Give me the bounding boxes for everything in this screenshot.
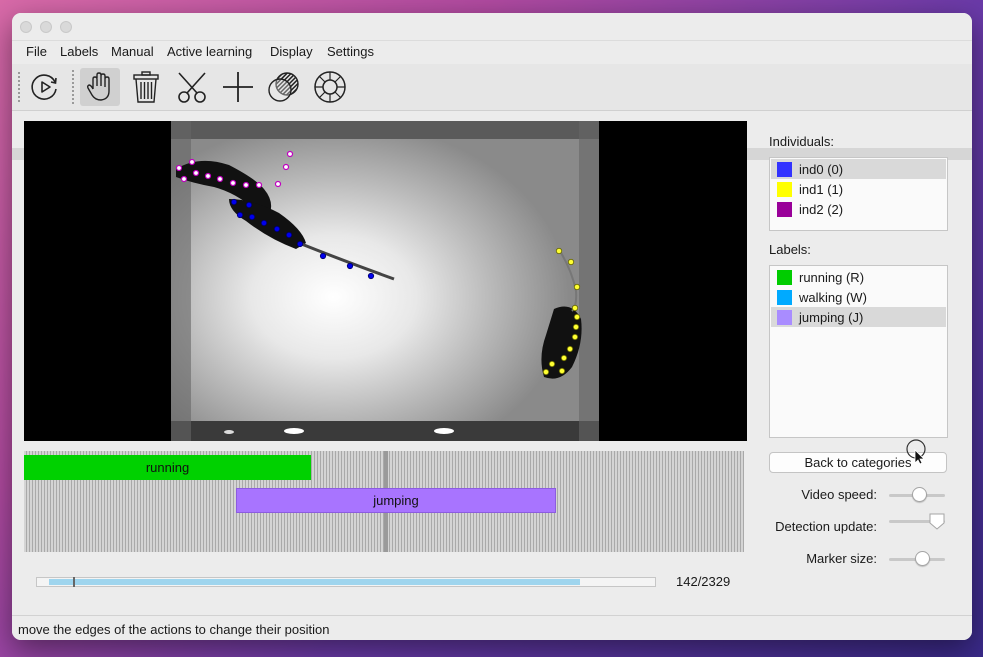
plus-icon xyxy=(223,72,253,102)
list-item-label: ind2 (2) xyxy=(799,201,844,217)
list-item-ind1[interactable]: ind1 (1) xyxy=(771,179,946,199)
delete-button[interactable] xyxy=(126,68,166,106)
color-swatch xyxy=(777,309,792,325)
list-item-ind0[interactable]: ind0 (0) xyxy=(771,159,946,179)
cut-button[interactable] xyxy=(172,68,212,106)
scissors-icon xyxy=(178,72,206,103)
play-circle-icon xyxy=(31,74,57,100)
menu-labels[interactable]: Labels xyxy=(60,44,98,59)
menu-manual[interactable]: Manual xyxy=(111,44,154,59)
color-swatch xyxy=(777,161,792,177)
menu-settings[interactable]: Settings xyxy=(327,44,374,59)
close-window-button[interactable] xyxy=(20,21,32,33)
detection-update-slider[interactable] xyxy=(929,513,945,530)
action-segment-label: running xyxy=(145,460,190,475)
app-window: File Labels Manual Active learning Displ… xyxy=(12,13,972,640)
detection-update-label: Detection update: xyxy=(775,519,877,534)
play-button[interactable] xyxy=(25,68,65,106)
list-item-label: running (R) xyxy=(799,269,865,285)
list-item-walking[interactable]: walking (W) xyxy=(771,287,946,307)
menu-bar: File Labels Manual Active learning Displ… xyxy=(12,40,972,64)
labels-list: running (R) walking (W) jumping (J) xyxy=(769,265,948,438)
status-message: move the edges of the actions to change … xyxy=(18,622,330,637)
action-segment-running[interactable]: running xyxy=(24,455,311,480)
labels-title: Labels: xyxy=(769,242,811,257)
marker-size-label: Marker size: xyxy=(806,551,877,566)
frame-progress-bar[interactable] xyxy=(36,577,656,587)
progress-marker[interactable] xyxy=(73,577,75,587)
status-bar: move the edges of the actions to change … xyxy=(12,615,972,640)
video-speed-slider[interactable] xyxy=(912,487,927,502)
overlap-circles-icon xyxy=(268,72,299,102)
video-frame[interactable] xyxy=(24,121,747,441)
menu-file[interactable]: File xyxy=(26,44,47,59)
individuals-list: ind0 (0) ind1 (1) ind2 (2) xyxy=(769,157,948,231)
list-item-running[interactable]: running (R) xyxy=(771,267,946,287)
list-item-label: walking (W) xyxy=(799,289,867,305)
hand-tool-button[interactable] xyxy=(80,68,120,106)
color-swatch xyxy=(777,201,792,217)
zoom-window-button[interactable] xyxy=(60,21,72,33)
action-segment-jumping[interactable]: jumping xyxy=(236,488,556,513)
lifebuoy-icon xyxy=(314,71,346,103)
action-segment-label: jumping xyxy=(373,493,419,508)
color-swatch xyxy=(777,269,792,285)
merge-button[interactable] xyxy=(264,68,304,106)
list-item-label: ind1 (1) xyxy=(799,181,844,197)
list-item-jumping[interactable]: jumping (J) xyxy=(771,307,946,327)
add-button[interactable] xyxy=(218,68,258,106)
toolbar xyxy=(12,64,972,160)
list-item-ind2[interactable]: ind2 (2) xyxy=(771,199,946,219)
video-speed-label: Video speed: xyxy=(801,487,877,502)
frame-counter: 142/2329 xyxy=(676,574,731,589)
hand-icon xyxy=(86,72,110,101)
marker-size-slider[interactable] xyxy=(915,551,930,566)
menu-active-learning[interactable]: Active learning xyxy=(167,44,252,59)
toolbar-separator xyxy=(72,70,75,104)
list-item-label: jumping (J) xyxy=(799,309,864,325)
toolbar-handle[interactable] xyxy=(18,72,23,102)
video-image xyxy=(24,121,747,441)
color-swatch xyxy=(777,289,792,305)
action-timeline[interactable]: running jumping xyxy=(24,451,744,552)
title-bar xyxy=(12,13,972,40)
color-swatch xyxy=(777,181,792,197)
trash-icon xyxy=(133,71,159,103)
list-item-label: ind0 (0) xyxy=(799,161,844,177)
mouse-cursor-icon xyxy=(906,439,926,465)
individuals-title: Individuals: xyxy=(769,134,835,149)
progress-fill xyxy=(49,579,580,585)
menu-display[interactable]: Display xyxy=(270,44,313,59)
minimize-window-button[interactable] xyxy=(40,21,52,33)
help-button[interactable] xyxy=(310,68,350,106)
